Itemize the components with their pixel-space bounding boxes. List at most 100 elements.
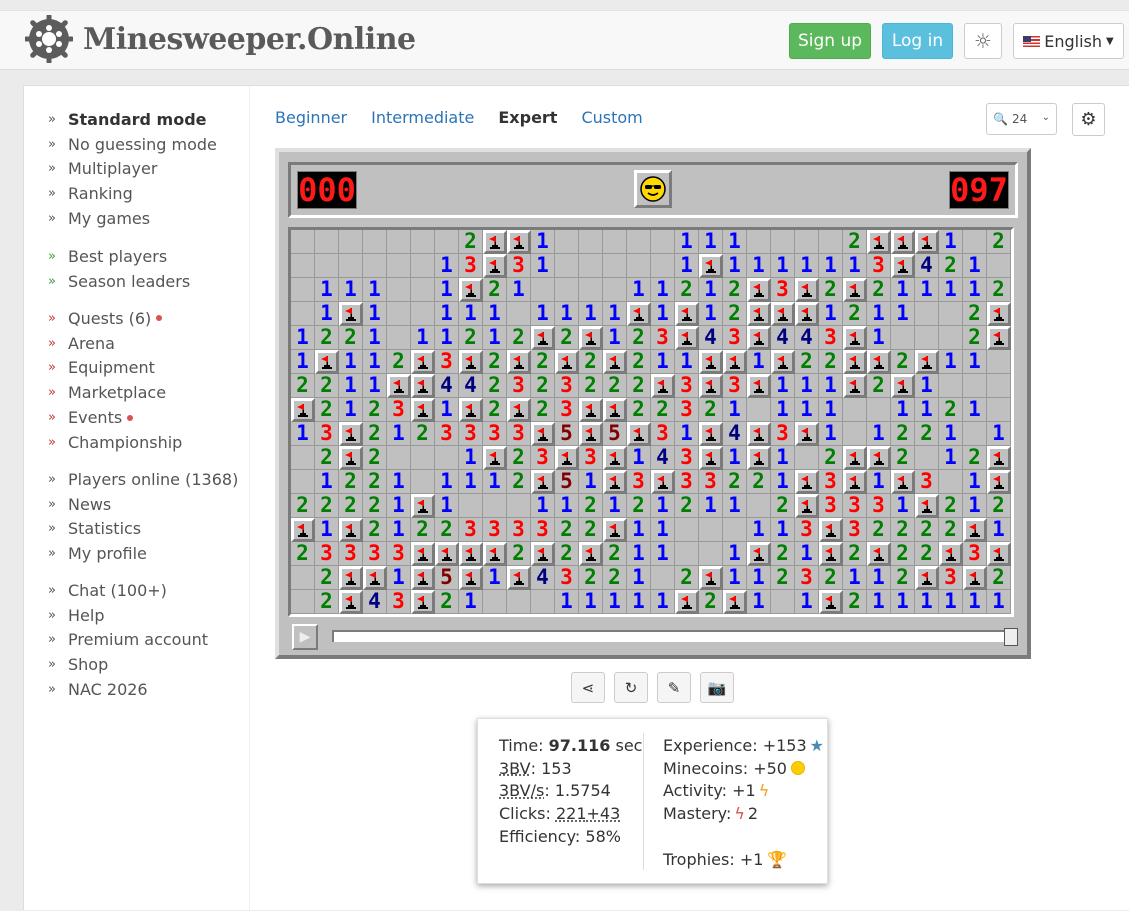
site-logo[interactable]: Minesweeper.Online bbox=[25, 15, 416, 63]
number-cell[interactable]: 1 bbox=[675, 422, 699, 446]
number-cell[interactable]: 1 bbox=[819, 398, 843, 422]
empty-cell[interactable] bbox=[483, 590, 507, 614]
number-cell[interactable]: 3 bbox=[723, 326, 747, 350]
number-cell[interactable]: 2 bbox=[507, 542, 531, 566]
flagged-cell[interactable] bbox=[939, 542, 963, 566]
number-cell[interactable]: 2 bbox=[483, 398, 507, 422]
number-cell[interactable]: 2 bbox=[891, 446, 915, 470]
tab-custom[interactable]: Custom bbox=[581, 108, 642, 127]
flagged-cell[interactable] bbox=[651, 470, 675, 494]
empty-cell[interactable] bbox=[651, 254, 675, 278]
minefield[interactable]: 2111121213311111111342111112111212322111… bbox=[288, 227, 1014, 617]
flagged-cell[interactable] bbox=[867, 230, 891, 254]
flagged-cell[interactable] bbox=[651, 374, 675, 398]
flagged-cell[interactable] bbox=[747, 302, 771, 326]
empty-cell[interactable] bbox=[603, 278, 627, 302]
number-cell[interactable]: 1 bbox=[771, 398, 795, 422]
number-cell[interactable]: 3 bbox=[651, 326, 675, 350]
number-cell[interactable]: 2 bbox=[963, 326, 987, 350]
flagged-cell[interactable] bbox=[339, 302, 363, 326]
number-cell[interactable]: 2 bbox=[915, 542, 939, 566]
number-cell[interactable]: 2 bbox=[363, 422, 387, 446]
number-cell[interactable]: 2 bbox=[939, 518, 963, 542]
number-cell[interactable]: 2 bbox=[531, 374, 555, 398]
number-cell[interactable]: 1 bbox=[579, 590, 603, 614]
number-cell[interactable]: 1 bbox=[291, 350, 315, 374]
number-cell[interactable]: 1 bbox=[723, 446, 747, 470]
flagged-cell[interactable] bbox=[795, 494, 819, 518]
number-cell[interactable]: 2 bbox=[699, 590, 723, 614]
flagged-cell[interactable] bbox=[411, 566, 435, 590]
number-cell[interactable]: 3 bbox=[339, 542, 363, 566]
number-cell[interactable]: 3 bbox=[555, 374, 579, 398]
number-cell[interactable]: 1 bbox=[387, 470, 411, 494]
flagged-cell[interactable] bbox=[603, 350, 627, 374]
number-cell[interactable]: 1 bbox=[771, 374, 795, 398]
nav-equipment[interactable]: » Equipment bbox=[48, 356, 182, 381]
empty-cell[interactable] bbox=[579, 278, 603, 302]
number-cell[interactable]: 1 bbox=[603, 302, 627, 326]
empty-cell[interactable] bbox=[507, 590, 531, 614]
nav-shop[interactable]: » Shop bbox=[48, 652, 208, 677]
number-cell[interactable]: 3 bbox=[771, 278, 795, 302]
flagged-cell[interactable] bbox=[699, 350, 723, 374]
flagged-cell[interactable] bbox=[915, 566, 939, 590]
number-cell[interactable]: 2 bbox=[627, 398, 651, 422]
number-cell[interactable]: 2 bbox=[891, 422, 915, 446]
number-cell[interactable]: 2 bbox=[627, 326, 651, 350]
flagged-cell[interactable] bbox=[867, 446, 891, 470]
nav-players-online[interactable]: » Players online (1368) bbox=[48, 467, 238, 492]
number-cell[interactable]: 2 bbox=[603, 374, 627, 398]
number-cell[interactable]: 1 bbox=[915, 278, 939, 302]
number-cell[interactable]: 1 bbox=[459, 446, 483, 470]
number-cell[interactable]: 2 bbox=[651, 398, 675, 422]
number-cell[interactable]: 1 bbox=[603, 590, 627, 614]
number-cell[interactable]: 3 bbox=[483, 422, 507, 446]
number-cell[interactable]: 1 bbox=[291, 326, 315, 350]
empty-cell[interactable] bbox=[315, 254, 339, 278]
nav-my-profile[interactable]: » My profile bbox=[48, 541, 238, 566]
flagged-cell[interactable] bbox=[699, 422, 723, 446]
number-cell[interactable]: 1 bbox=[795, 254, 819, 278]
number-cell[interactable]: 2 bbox=[315, 590, 339, 614]
number-cell[interactable]: 1 bbox=[339, 398, 363, 422]
number-cell[interactable]: 3 bbox=[819, 494, 843, 518]
number-cell[interactable]: 2 bbox=[483, 278, 507, 302]
number-cell[interactable]: 1 bbox=[651, 350, 675, 374]
number-cell[interactable]: 2 bbox=[315, 374, 339, 398]
number-cell[interactable]: 1 bbox=[387, 518, 411, 542]
number-cell[interactable]: 2 bbox=[291, 542, 315, 566]
number-cell[interactable]: 4 bbox=[723, 422, 747, 446]
empty-cell[interactable] bbox=[915, 446, 939, 470]
theme-toggle-button[interactable]: ☼ bbox=[964, 23, 1002, 59]
number-cell[interactable]: 2 bbox=[867, 278, 891, 302]
flagged-cell[interactable] bbox=[843, 350, 867, 374]
number-cell[interactable]: 1 bbox=[627, 566, 651, 590]
number-cell[interactable]: 2 bbox=[459, 326, 483, 350]
number-cell[interactable]: 2 bbox=[627, 374, 651, 398]
number-cell[interactable]: 3 bbox=[435, 422, 459, 446]
empty-cell[interactable] bbox=[603, 230, 627, 254]
flagged-cell[interactable] bbox=[579, 422, 603, 446]
nav-nac-2026[interactable]: » NAC 2026 bbox=[48, 677, 208, 702]
flagged-cell[interactable] bbox=[795, 422, 819, 446]
number-cell[interactable]: 1 bbox=[363, 326, 387, 350]
number-cell[interactable]: 3 bbox=[819, 470, 843, 494]
flagged-cell[interactable] bbox=[507, 398, 531, 422]
number-cell[interactable]: 1 bbox=[819, 254, 843, 278]
zoom-select[interactable]: 🔍 24 ⌄ bbox=[986, 103, 1057, 135]
flagged-cell[interactable] bbox=[339, 590, 363, 614]
number-cell[interactable]: 1 bbox=[699, 302, 723, 326]
number-cell[interactable]: 1 bbox=[627, 518, 651, 542]
number-cell[interactable]: 1 bbox=[891, 278, 915, 302]
flagged-cell[interactable] bbox=[891, 374, 915, 398]
number-cell[interactable]: 2 bbox=[531, 398, 555, 422]
number-cell[interactable]: 2 bbox=[771, 494, 795, 518]
flagged-cell[interactable] bbox=[507, 230, 531, 254]
number-cell[interactable]: 1 bbox=[435, 398, 459, 422]
number-cell[interactable]: 1 bbox=[435, 278, 459, 302]
empty-cell[interactable] bbox=[747, 398, 771, 422]
flagged-cell[interactable] bbox=[915, 230, 939, 254]
number-cell[interactable]: 1 bbox=[531, 254, 555, 278]
number-cell[interactable]: 2 bbox=[747, 470, 771, 494]
